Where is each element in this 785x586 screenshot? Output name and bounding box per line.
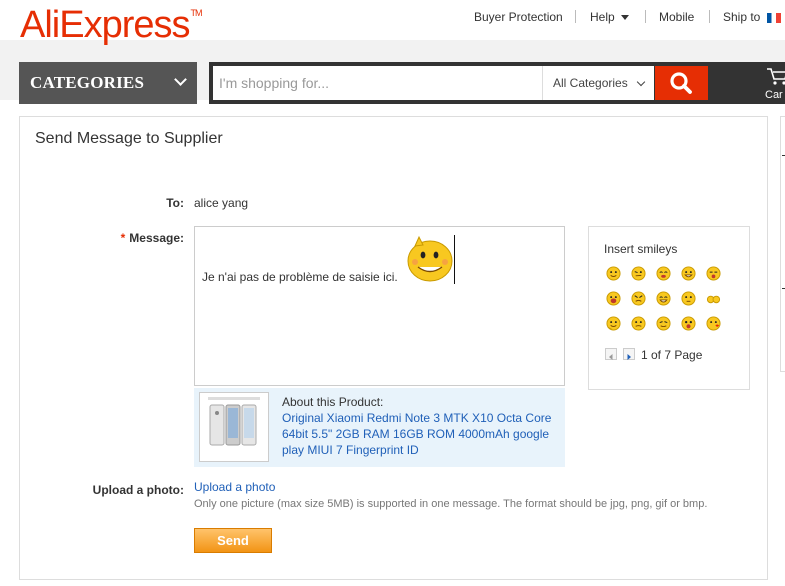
search-icon (670, 72, 692, 94)
search-placeholder: I'm shopping for... (219, 75, 330, 91)
message-label-text: Message: (129, 231, 184, 245)
page-indicator: 1 of 7 Page (641, 348, 703, 362)
smiley-icon[interactable] (681, 316, 696, 331)
chevron-down-icon (620, 15, 629, 21)
about-product-label: About this Product: (282, 395, 384, 409)
smiley-icon[interactable] (706, 291, 721, 306)
ship-to-label: Ship to (723, 10, 761, 24)
message-textarea[interactable] (194, 226, 565, 386)
category-select[interactable]: All Categories (542, 66, 654, 100)
smiley-icon[interactable] (631, 266, 646, 281)
message-label: * Message: (100, 231, 184, 245)
aliexpress-logo[interactable]: AliExpressTM (20, 4, 203, 47)
prev-page-button[interactable] (605, 348, 617, 360)
ship-to-menu[interactable]: Ship to (723, 10, 781, 24)
divider (575, 10, 576, 23)
smileys-title: Insert smileys (604, 242, 678, 256)
categories-label: CATEGORIES (30, 73, 145, 92)
cart-icon (767, 68, 785, 85)
divider (709, 10, 710, 23)
chevron-down-icon (174, 73, 187, 86)
category-select-value: All Categories (553, 76, 628, 90)
chevron-right-icon (627, 354, 631, 360)
upload-note: Only one picture (max size 5MB) is suppo… (194, 498, 708, 510)
smiley-icon[interactable] (681, 266, 696, 281)
smiley-icon[interactable] (656, 316, 671, 331)
smiley-icon[interactable] (706, 266, 721, 281)
search-button[interactable] (655, 66, 708, 100)
flag-icon (766, 12, 781, 23)
search-input[interactable]: I'm shopping for... (213, 66, 543, 100)
cart-label: Car (765, 89, 783, 101)
help-label: Help (590, 10, 615, 24)
smiley-icon[interactable] (606, 266, 621, 281)
next-page-button[interactable] (623, 348, 635, 360)
text-cursor (454, 235, 455, 284)
divider (645, 10, 646, 23)
big-smiley-icon (407, 235, 453, 282)
smiley-icon[interactable] (606, 291, 621, 306)
upload-photo-link[interactable]: Upload a photo (194, 480, 275, 494)
help-menu[interactable]: Help (590, 10, 629, 24)
smiley-icon[interactable] (631, 291, 646, 306)
logo-trademark: TM (190, 8, 203, 18)
send-button[interactable]: Send (194, 528, 272, 553)
product-thumbnail[interactable] (199, 392, 269, 462)
product-link[interactable]: Original Xiaomi Redmi Note 3 MTK X10 Oct… (282, 410, 558, 458)
smiley-icon[interactable] (631, 316, 646, 331)
smiley-icon[interactable] (681, 291, 696, 306)
cart-button[interactable]: Car (762, 66, 785, 102)
chevron-down-icon (636, 77, 646, 87)
chevron-left-icon (609, 354, 613, 360)
upload-label: Upload a photo: (92, 483, 184, 497)
side-panel (780, 116, 785, 372)
message-text: Je n'ai pas de problème de saisie ici. (202, 270, 398, 284)
phone-image-icon (208, 397, 260, 446)
recipient-name: alice yang (194, 196, 249, 210)
categories-menu[interactable]: CATEGORIES (19, 62, 197, 104)
to-label: To: (166, 196, 184, 210)
smiley-icon[interactable] (706, 316, 721, 331)
smiley-icon[interactable] (606, 316, 621, 331)
buyer-protection-link[interactable]: Buyer Protection (474, 10, 563, 24)
page-title: Send Message to Supplier (35, 130, 223, 147)
smiley-icon[interactable] (656, 266, 671, 281)
required-mark: * (120, 231, 126, 245)
mobile-link[interactable]: Mobile (659, 10, 694, 24)
smiley-icon[interactable] (656, 291, 671, 306)
logo-text: AliExpress (20, 4, 190, 46)
